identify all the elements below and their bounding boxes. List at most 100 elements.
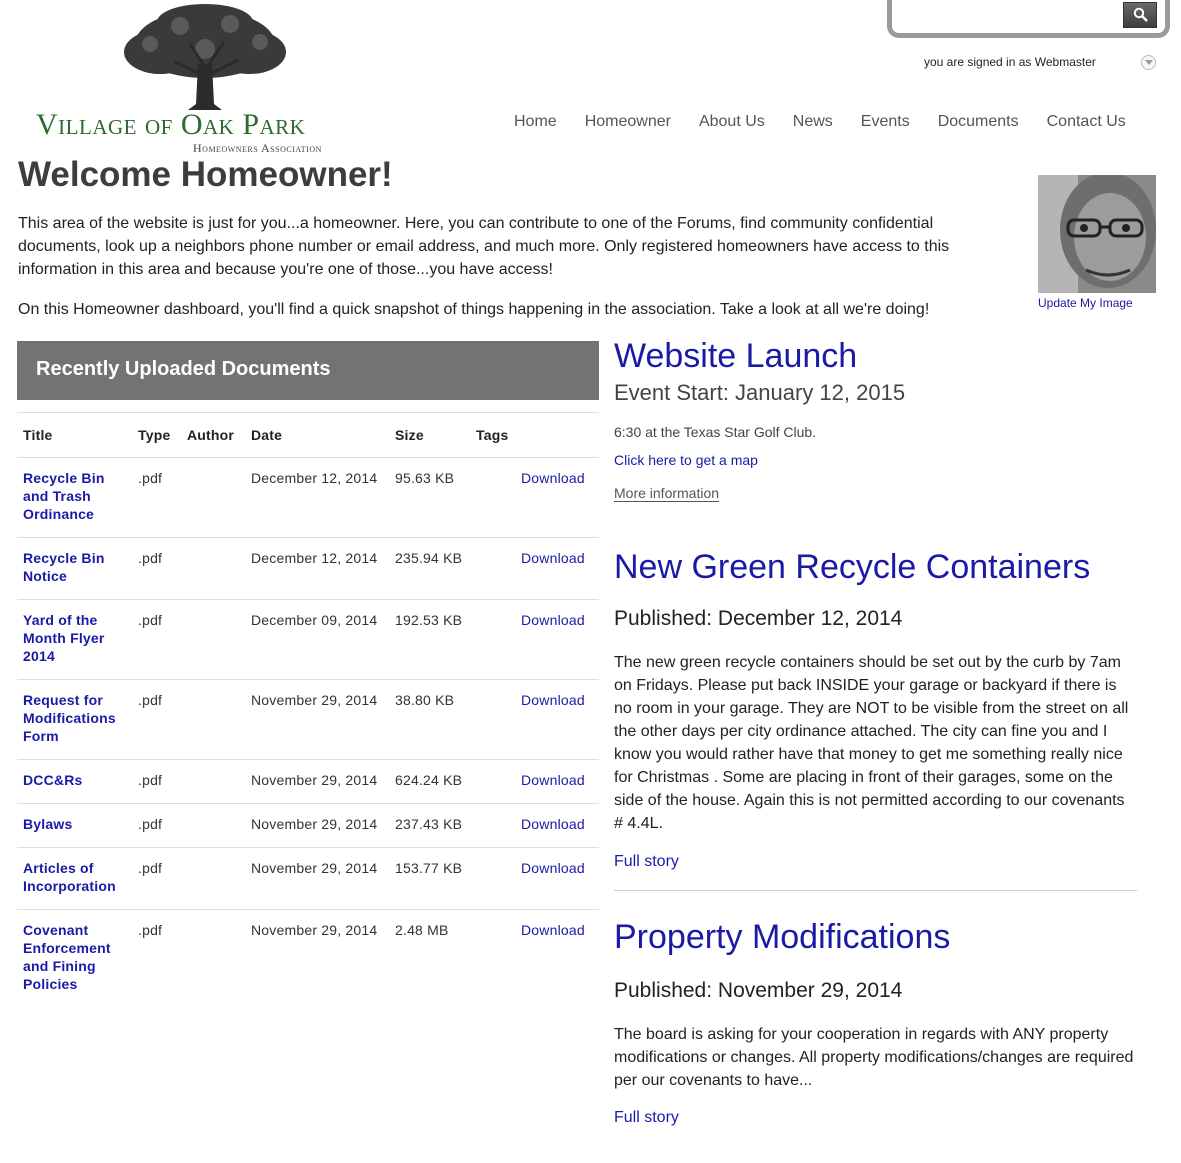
download-link[interactable]: Download <box>521 922 585 938</box>
news-title[interactable]: Property Modifications <box>614 917 1137 957</box>
column-header-size[interactable]: Size <box>389 412 470 458</box>
doc-title-link-cell: Request for Modifications Form <box>17 679 132 760</box>
doc-type: .pdf <box>138 692 163 708</box>
doc-type: .pdf <box>138 816 163 832</box>
doc-type: .pdf <box>138 860 163 876</box>
doc-author-cell <box>181 803 245 848</box>
doc-title-link[interactable]: Covenant Enforcement and Fining Policies <box>23 922 111 992</box>
doc-date-cell: December 12, 2014 <box>245 537 389 600</box>
table-row: Request for Modifications Form .pdf Novemb… <box>17 679 599 760</box>
news-full-story-link[interactable]: Full story <box>614 853 679 871</box>
nav-contact-us[interactable]: Contact Us <box>1047 113 1126 135</box>
column-header-type[interactable]: Type <box>132 412 181 458</box>
download-link[interactable]: Download <box>521 816 585 832</box>
news-full-story-link[interactable]: Full story <box>614 1109 679 1127</box>
doc-date: November 29, 2014 <box>251 816 378 832</box>
doc-date: November 29, 2014 <box>251 772 378 788</box>
doc-author-cell <box>181 910 245 1008</box>
doc-date: November 29, 2014 <box>251 922 378 938</box>
doc-type: .pdf <box>138 612 163 628</box>
download-link-cell: Download <box>515 803 599 848</box>
doc-type: .pdf <box>138 772 163 788</box>
nav-news[interactable]: News <box>793 113 833 135</box>
search-button[interactable] <box>1123 2 1157 28</box>
site-logo[interactable]: Village of Oak Park Homeowners Associati… <box>36 4 381 156</box>
doc-title-link-cell: Covenant Enforcement and Fining Policies <box>17 910 132 1008</box>
table-row: Articles of Incorporation .pdf November 29… <box>17 847 599 910</box>
table-row: Recycle Bin and Trash Ordinance .pdf Decem… <box>17 457 599 538</box>
download-link[interactable]: Download <box>521 772 585 788</box>
event-item: Website Launch Event Start: January 12, … <box>614 336 1137 503</box>
doc-title-link[interactable]: Yard of the Month Flyer 2014 <box>23 612 105 664</box>
download-link[interactable]: Download <box>521 860 585 876</box>
doc-tags-cell <box>470 910 515 1008</box>
table-row: Bylaws .pdf November 29, 2014 237.43 KB Down… <box>17 803 599 848</box>
doc-size-cell: 153.77 KB <box>389 847 470 910</box>
account-menu-toggle[interactable] <box>1141 55 1156 70</box>
doc-title-link[interactable]: Request for Modifications Form <box>23 692 116 744</box>
doc-date: November 29, 2014 <box>251 860 378 876</box>
doc-title-link[interactable]: Bylaws <box>23 816 72 832</box>
doc-title-link-cell: Yard of the Month Flyer 2014 <box>17 599 132 680</box>
divider <box>614 890 1137 891</box>
doc-type: .pdf <box>138 922 163 938</box>
update-image-link[interactable]: Update My Image <box>1038 296 1133 310</box>
right-column: Website Launch Event Start: January 12, … <box>614 336 1137 1127</box>
doc-title-link-cell: Recycle Bin Notice <box>17 537 132 600</box>
doc-tags-cell <box>470 803 515 848</box>
doc-title-link[interactable]: Recycle Bin and Trash Ordinance <box>23 470 105 522</box>
doc-size-cell: 237.43 KB <box>389 803 470 848</box>
doc-date: December 09, 2014 <box>251 612 378 628</box>
doc-title-link[interactable]: Articles of Incorporation <box>23 860 116 894</box>
event-more-info-link[interactable]: More information <box>614 485 720 502</box>
logo-name: Village of Oak Park <box>36 108 306 141</box>
doc-title-link[interactable]: Recycle Bin Notice <box>23 550 105 584</box>
event-map-link[interactable]: Click here to get a map <box>614 452 1137 468</box>
doc-title-link-cell: Articles of Incorporation <box>17 847 132 910</box>
column-header-tags[interactable]: Tags <box>470 412 515 458</box>
doc-size: 95.63 KB <box>395 470 455 486</box>
news-body: The board is asking for your cooperation… <box>614 1026 1134 1089</box>
page-title: Welcome Homeowner! <box>18 155 393 194</box>
search-input[interactable] <box>900 2 1128 28</box>
news-item: New Green Recycle Containers Published: … <box>614 547 1137 871</box>
doc-author-cell <box>181 847 245 910</box>
doc-tags-cell <box>470 537 515 600</box>
doc-tags-cell <box>470 759 515 804</box>
download-link[interactable]: Download <box>521 612 585 628</box>
doc-tags-cell <box>470 847 515 910</box>
doc-type-cell: .pdf <box>132 910 181 1008</box>
doc-tags-cell <box>470 599 515 680</box>
doc-title-link[interactable]: DCC&Rs <box>23 772 83 788</box>
doc-author-cell <box>181 759 245 804</box>
nav-events[interactable]: Events <box>861 113 910 135</box>
dashboard-paragraph: On this Homeowner dashboard, you'll find… <box>18 301 930 318</box>
doc-author-cell <box>181 679 245 760</box>
nav-documents[interactable]: Documents <box>938 113 1019 135</box>
main-nav: Home Homeowner About Us News Events Docu… <box>500 113 1140 135</box>
nav-homeowner[interactable]: Homeowner <box>585 113 671 135</box>
download-link-cell: Download <box>515 457 599 538</box>
doc-size-cell: 95.63 KB <box>389 457 470 538</box>
doc-size-cell: 235.94 KB <box>389 537 470 600</box>
column-header-author[interactable]: Author <box>181 412 245 458</box>
download-link[interactable]: Download <box>521 692 585 708</box>
doc-size: 624.24 KB <box>395 772 463 788</box>
doc-date: December 12, 2014 <box>251 470 378 486</box>
oak-tree-icon <box>124 4 286 110</box>
news-title[interactable]: New Green Recycle Containers <box>614 547 1137 587</box>
column-header-date[interactable]: Date <box>245 412 389 458</box>
nav-home[interactable]: Home <box>514 113 557 135</box>
table-header-row: Title Type Author Date Size Tags <box>17 412 599 458</box>
event-description: 6:30 at the Texas Star Golf Club. <box>614 424 817 440</box>
event-title[interactable]: Website Launch <box>614 336 1137 376</box>
column-header-title[interactable]: Title <box>17 412 132 458</box>
doc-size: 153.77 KB <box>395 860 463 876</box>
doc-type-cell: .pdf <box>132 537 181 600</box>
download-link[interactable]: Download <box>521 550 585 566</box>
doc-size-cell: 192.53 KB <box>389 599 470 680</box>
download-link[interactable]: Download <box>521 470 585 486</box>
recent-documents-panel: Recently Uploaded Documents Title Type A… <box>17 341 599 1007</box>
doc-type-cell: .pdf <box>132 679 181 760</box>
nav-about-us[interactable]: About Us <box>699 113 765 135</box>
